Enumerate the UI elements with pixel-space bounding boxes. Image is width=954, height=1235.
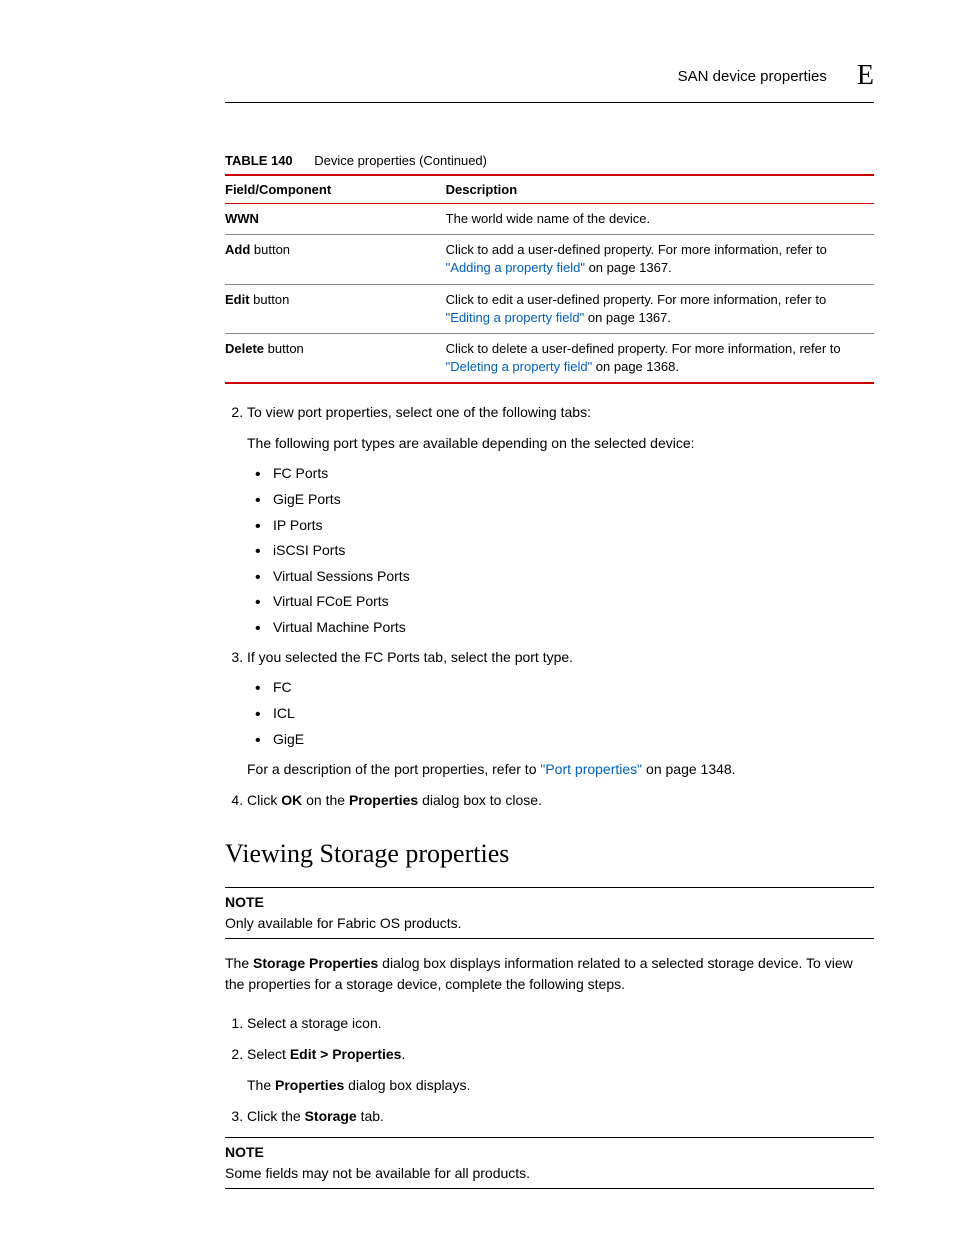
document-page: SAN device properties E TABLE 140 Device… (0, 0, 954, 1235)
table-row: Delete button Click to delete a user-def… (225, 333, 874, 383)
table-title: Device properties (Continued) (314, 153, 487, 168)
intro-pre: The (225, 955, 253, 971)
step-text: To view port properties, select one of t… (247, 404, 591, 420)
field-text: button (264, 341, 304, 356)
b3-post: tab. (357, 1108, 384, 1124)
field-bold: Edit (225, 292, 250, 307)
port-properties-link[interactable]: "Port properties" (540, 761, 642, 777)
header-section-letter: E (857, 60, 874, 92)
b2-sub: The Properties dialog box displays. (247, 1075, 874, 1096)
field-text: button (250, 242, 290, 257)
desc-text: The world wide name of the device. (446, 211, 651, 226)
ref-pre: For a description of the port properties… (247, 761, 540, 777)
list-item: Virtual Machine Ports (273, 618, 874, 638)
step-ref: For a description of the port properties… (247, 759, 874, 780)
list-item: GigE Ports (273, 490, 874, 510)
note-block-2: NOTE Some fields may not be available fo… (225, 1137, 874, 1189)
b3-pre: Click the (247, 1108, 305, 1124)
desc-link[interactable]: "Editing a property field" (446, 310, 585, 325)
b2-post: . (401, 1046, 405, 1062)
device-properties-table: Field/Component Description WWN The worl… (225, 174, 874, 384)
desc-text: Click to delete a user-defined property.… (446, 341, 841, 356)
b2-bold: Edit > Properties (290, 1046, 402, 1062)
s4-pre: Click (247, 792, 281, 808)
desc-link[interactable]: "Adding a property field" (446, 260, 585, 275)
step-4: Click OK on the Properties dialog box to… (247, 790, 874, 811)
desc-text: Click to add a user-defined property. Fo… (446, 242, 827, 257)
step-b1: Select a storage icon. (247, 1013, 874, 1034)
port-types-list: FC Ports GigE Ports IP Ports iSCSI Ports… (247, 464, 874, 637)
section-intro: The Storage Properties dialog box displa… (225, 953, 874, 995)
steps-list-a: To view port properties, select one of t… (225, 402, 874, 811)
note-text: Some fields may not be available for all… (225, 1163, 874, 1184)
s4-mid: on the (302, 792, 349, 808)
table-row: Edit button Click to edit a user-defined… (225, 284, 874, 333)
ref-post: on page 1348. (642, 761, 735, 777)
header-title: SAN device properties (678, 68, 827, 85)
step-b2: Select Edit > Properties. The Properties… (247, 1044, 874, 1096)
s4-post: dialog box to close. (418, 792, 542, 808)
b2-sub-bold: Properties (275, 1077, 344, 1093)
table-number: TABLE 140 (225, 153, 293, 168)
step-text: If you selected the FC Ports tab, select… (247, 649, 573, 665)
field-text: button (250, 292, 290, 307)
table-caption: TABLE 140 Device properties (Continued) (225, 153, 874, 168)
step-2: To view port properties, select one of t… (247, 402, 874, 637)
b2-pre: Select (247, 1046, 290, 1062)
step-subtext: The following port types are available d… (247, 433, 874, 454)
s4-ok: OK (281, 792, 302, 808)
fc-port-types-list: FC ICL GigE (247, 678, 874, 749)
note-label: NOTE (225, 1142, 874, 1163)
desc-post: on page 1367. (584, 310, 671, 325)
desc-text: Click to edit a user-defined property. F… (446, 292, 827, 307)
step-b3: Click the Storage tab. (247, 1106, 874, 1127)
page-header: SAN device properties E (225, 60, 874, 103)
note-text: Only available for Fabric OS products. (225, 913, 874, 934)
field-bold: Add (225, 242, 250, 257)
list-item: Virtual FCoE Ports (273, 592, 874, 612)
b2-sub-post: dialog box displays. (344, 1077, 470, 1093)
list-item: IP Ports (273, 516, 874, 536)
note-block-1: NOTE Only available for Fabric OS produc… (225, 887, 874, 939)
section-heading: Viewing Storage properties (225, 839, 874, 869)
steps-list-b: Select a storage icon. Select Edit > Pro… (225, 1013, 874, 1127)
list-item: FC Ports (273, 464, 874, 484)
th-desc: Description (446, 175, 874, 204)
s4-properties: Properties (349, 792, 418, 808)
table-row: Add button Click to add a user-defined p… (225, 235, 874, 284)
intro-bold: Storage Properties (253, 955, 378, 971)
list-item: ICL (273, 704, 874, 724)
desc-post: on page 1367. (585, 260, 672, 275)
list-item: FC (273, 678, 874, 698)
desc-post: on page 1368. (592, 359, 679, 374)
note-label: NOTE (225, 892, 874, 913)
field-bold: WWN (225, 211, 259, 226)
field-bold: Delete (225, 341, 264, 356)
b2-sub-pre: The (247, 1077, 275, 1093)
list-item: GigE (273, 730, 874, 750)
list-item: iSCSI Ports (273, 541, 874, 561)
b3-bold: Storage (305, 1108, 357, 1124)
desc-link[interactable]: "Deleting a property field" (446, 359, 593, 374)
list-item: Virtual Sessions Ports (273, 567, 874, 587)
step-3: If you selected the FC Ports tab, select… (247, 647, 874, 780)
table-row: WWN The world wide name of the device. (225, 204, 874, 235)
th-field: Field/Component (225, 175, 446, 204)
